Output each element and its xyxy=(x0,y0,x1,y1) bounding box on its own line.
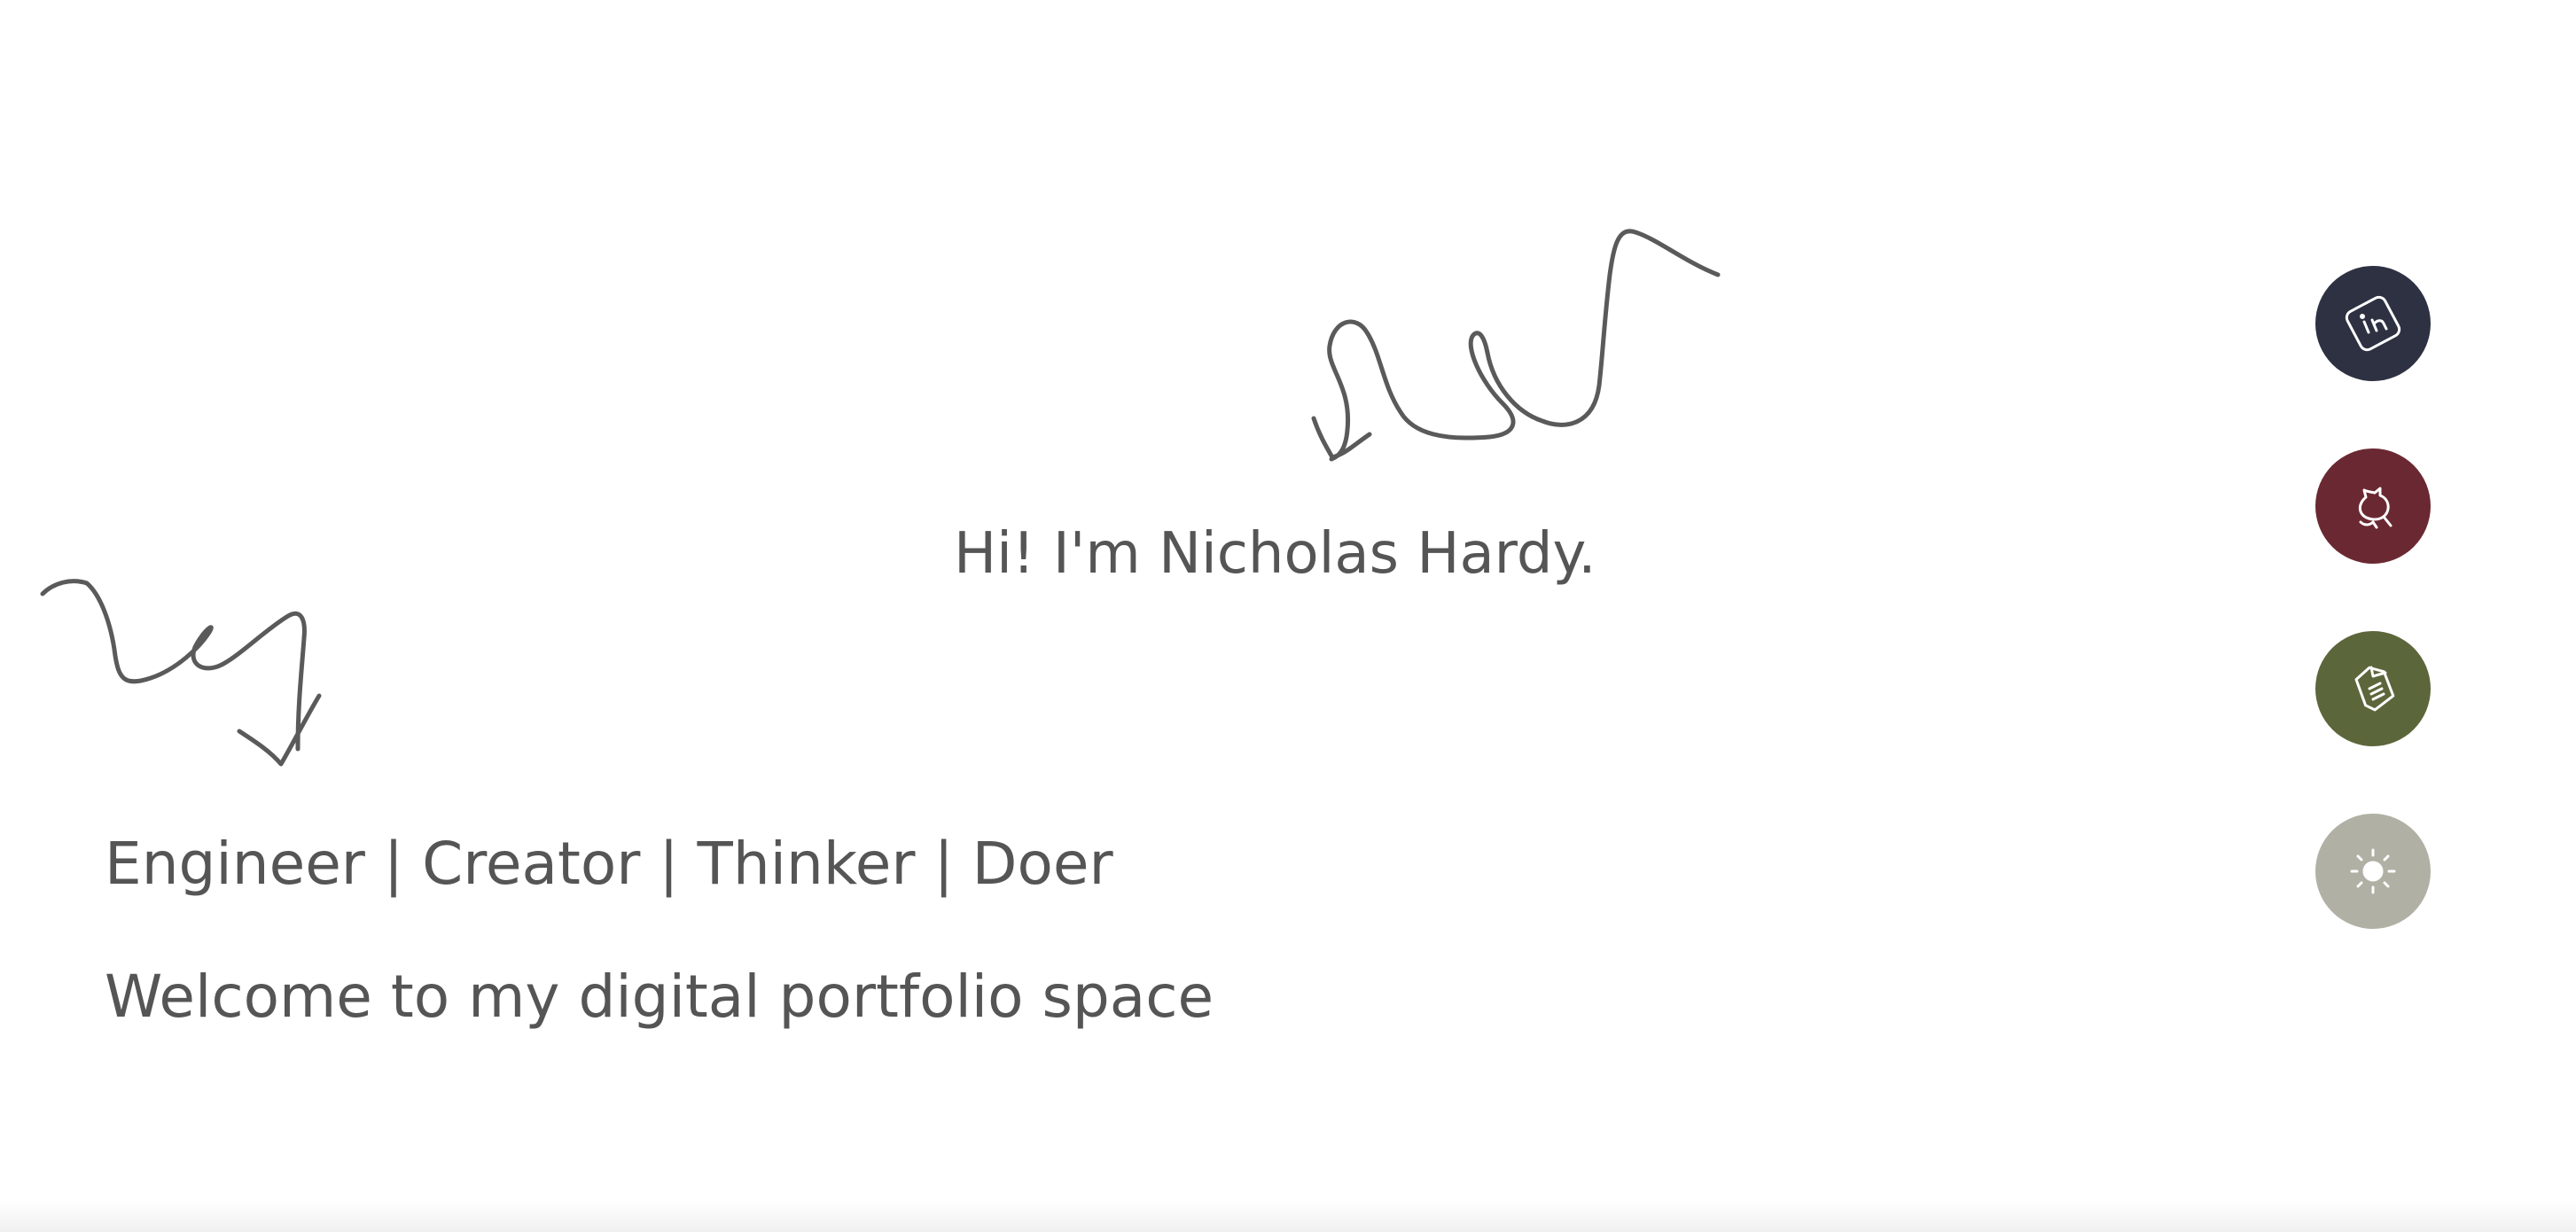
page-fold-shadow xyxy=(0,1200,2576,1232)
github-button[interactable] xyxy=(2315,448,2431,564)
social-links xyxy=(2315,266,2431,996)
squiggle-arrow-doodle xyxy=(1311,229,1721,462)
greeting-heading: Hi! I'm Nicholas Hardy. xyxy=(954,521,1596,587)
portfolio-hero: Hi! I'm Nicholas Hardy. Engineer | Creat… xyxy=(0,0,2576,1232)
sun-icon xyxy=(2350,848,2396,894)
curly-arrow-doodle xyxy=(40,579,322,767)
resume-icon xyxy=(2354,666,2395,712)
linkedin-button[interactable] xyxy=(2315,266,2431,381)
github-icon xyxy=(2358,487,2393,529)
theme-toggle-button[interactable] xyxy=(2315,814,2431,929)
resume-button[interactable] xyxy=(2315,631,2431,746)
welcome-text: Welcome to my digital portfolio space xyxy=(105,963,1214,1031)
tagline-text: Engineer | Creator | Thinker | Doer xyxy=(105,830,1113,898)
linkedin-icon xyxy=(2345,295,2401,352)
